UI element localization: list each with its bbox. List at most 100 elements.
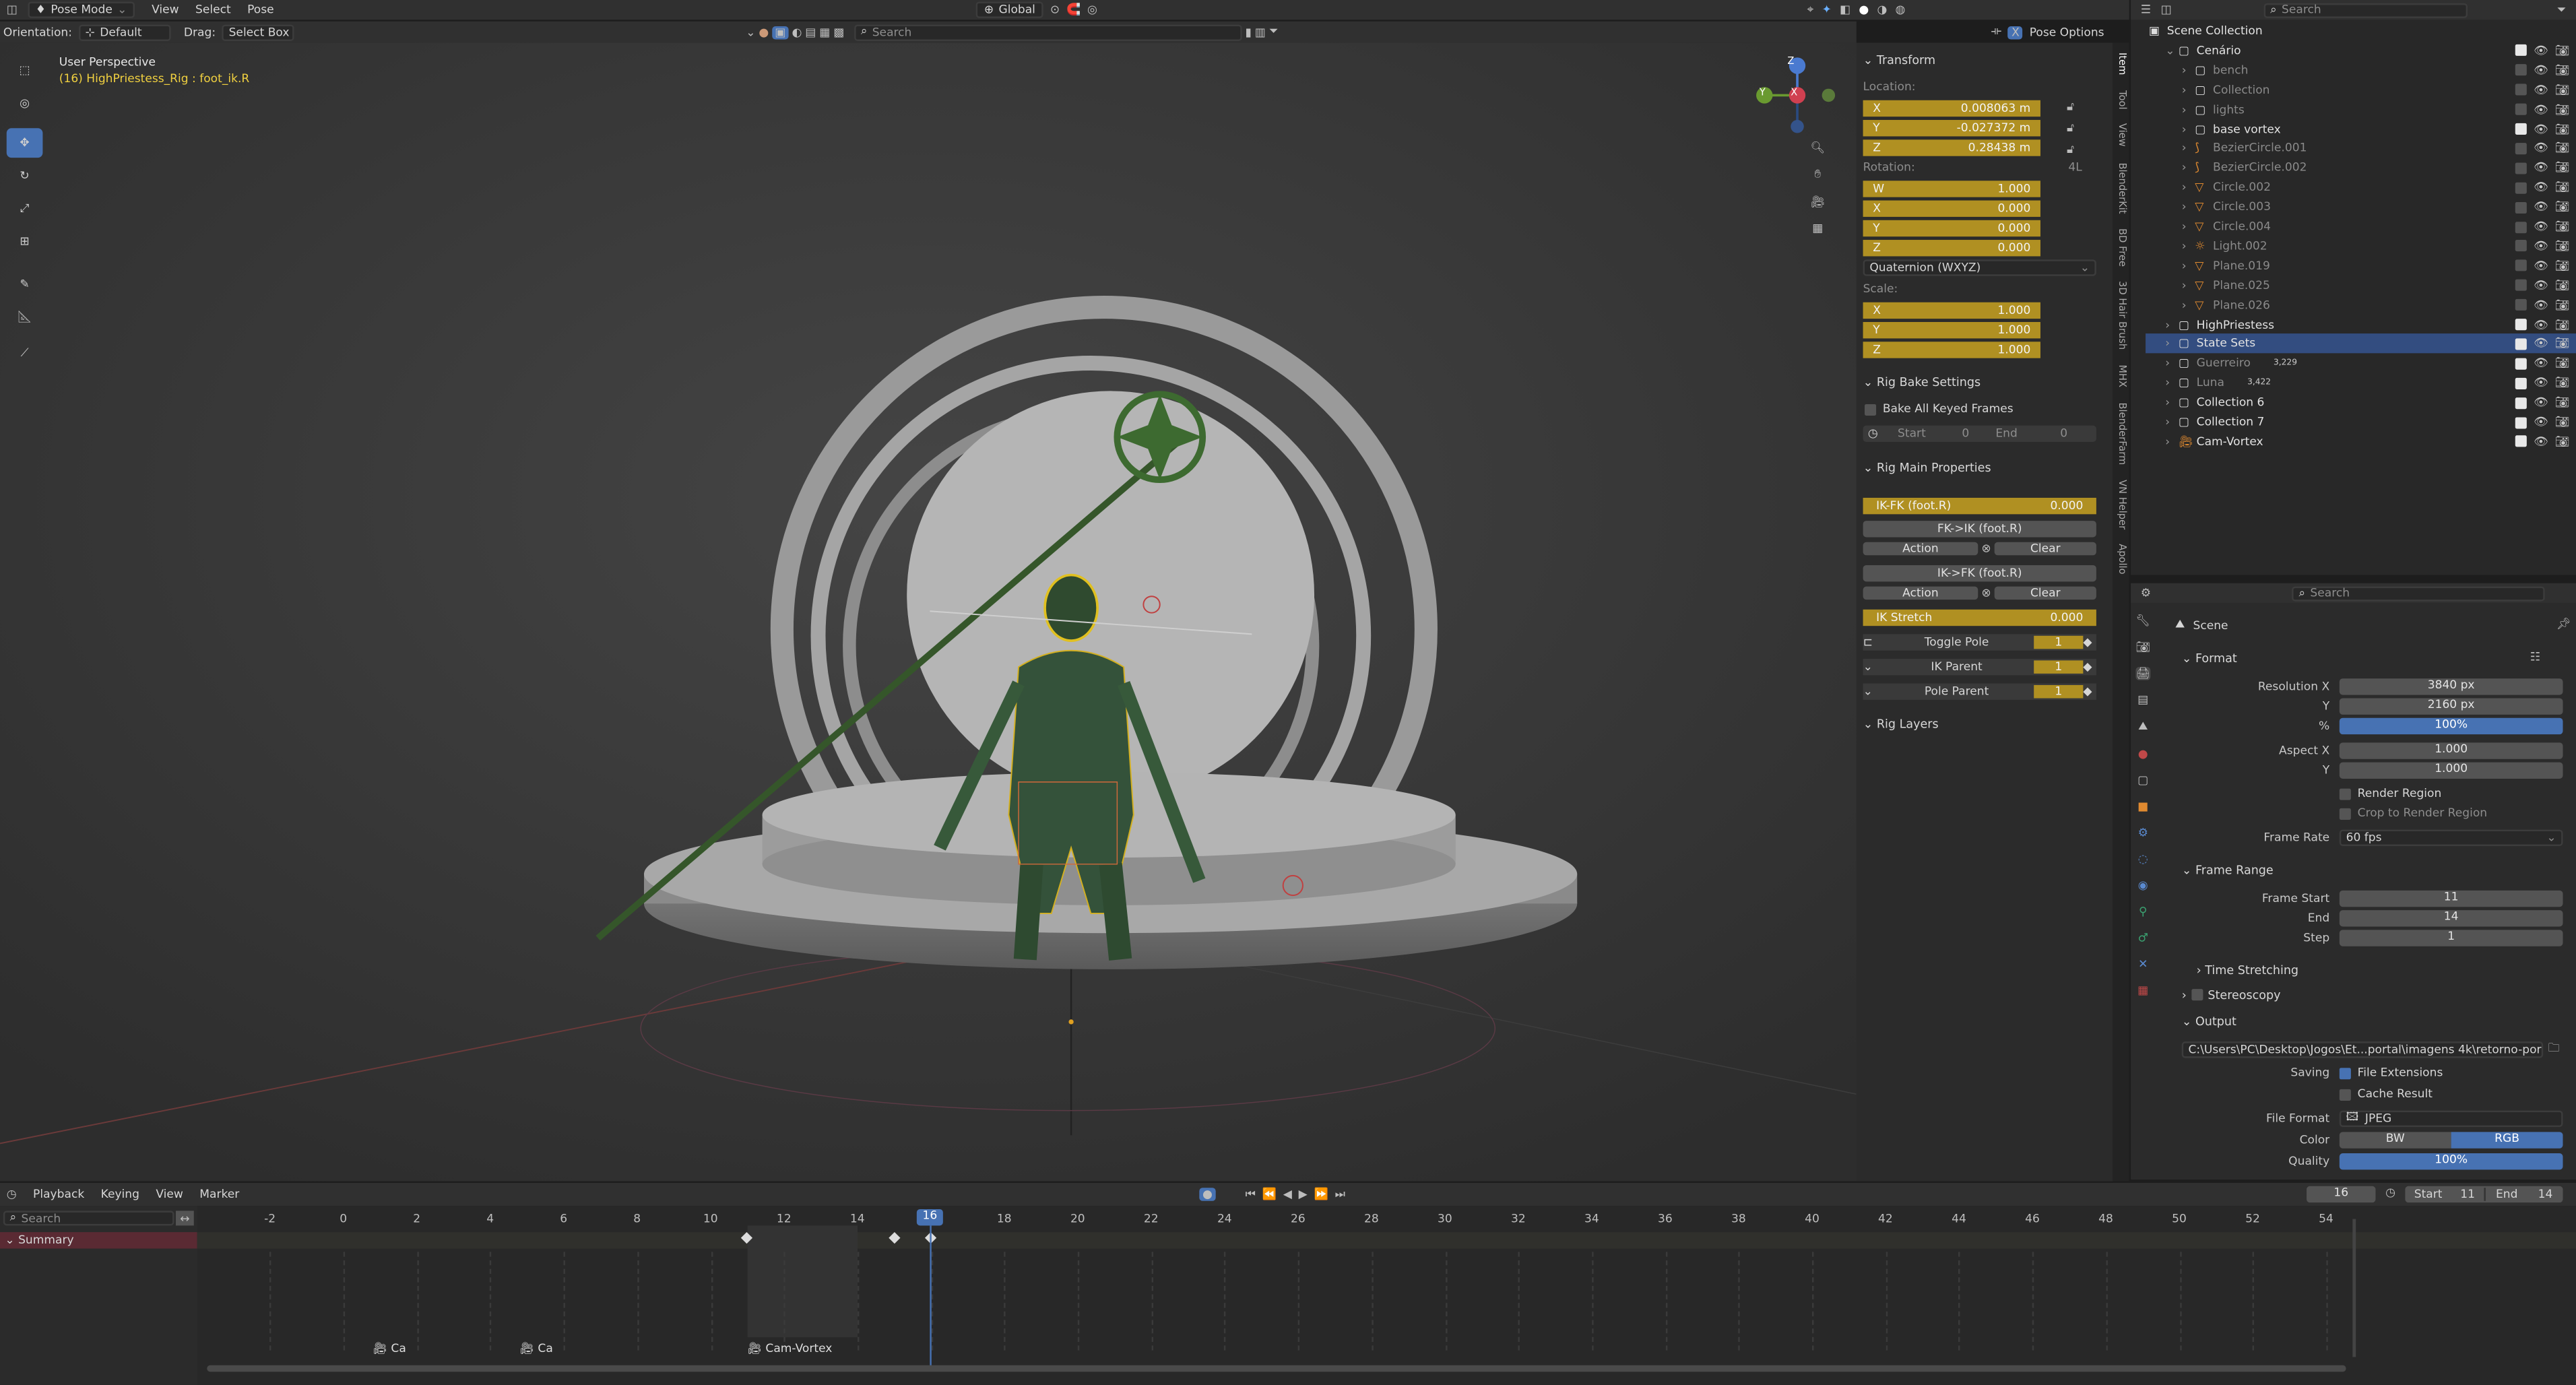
eye-icon[interactable]: 👁︎ xyxy=(2534,318,2548,331)
range-start-value[interactable]: 11 xyxy=(2460,1188,2475,1201)
sidebar-tab-blenderkit[interactable]: BlenderKit xyxy=(2116,162,2127,213)
menu-playback[interactable]: Playback xyxy=(33,1188,84,1201)
outliner-row[interactable]: › ☼ Light.002 👁︎ 📷︎ xyxy=(2146,236,2576,256)
close-icon[interactable]: ⊗ xyxy=(1978,587,1994,600)
camera-view-icon[interactable]: 🎥︎ xyxy=(1811,195,1826,209)
expand-icon[interactable]: › xyxy=(2165,337,2179,351)
exclude-checkbox[interactable] xyxy=(2515,319,2527,331)
eye-icon[interactable]: 👁︎ xyxy=(2534,298,2548,312)
snap-icon[interactable]: 🧲 xyxy=(1066,3,1081,17)
bookmark-icon[interactable]: ▮ xyxy=(1246,26,1252,39)
exclude-checkbox[interactable] xyxy=(2515,338,2527,350)
ik-stretch-slider[interactable]: IK Stretch 0.000 xyxy=(1863,609,2096,626)
expand-icon[interactable]: › xyxy=(2182,201,2195,214)
swap-icon[interactable]: ↔ xyxy=(175,1211,194,1226)
checkbox-icon[interactable] xyxy=(2191,989,2203,1001)
play-reverse-icon[interactable]: ◀ xyxy=(1283,1188,1292,1201)
pole-parent-value[interactable]: 1 xyxy=(2034,684,2084,699)
action-button[interactable]: Action xyxy=(1863,542,1978,556)
eye-icon[interactable]: 👁︎ xyxy=(2534,44,2548,58)
bone-tab-icon[interactable]: ✕ xyxy=(2135,958,2150,971)
material-icon[interactable]: ◐ xyxy=(792,26,802,39)
camera-icon[interactable]: 📷︎ xyxy=(2555,298,2570,312)
outliner-row[interactable]: › ▽ Circle.004 👁︎ 📷︎ xyxy=(2146,217,2576,236)
outliner-row[interactable]: › ▢ Collection 👁︎ 📷︎ xyxy=(2146,80,2576,100)
eye-icon[interactable]: 👁︎ xyxy=(2534,377,2548,390)
eye-icon[interactable]: 👁︎ xyxy=(2534,103,2548,117)
editor-type-icon[interactable]: ◫ xyxy=(7,3,18,17)
bake-all-checkbox[interactable]: Bake All Keyed Frames xyxy=(1865,403,2014,416)
outliner-row[interactable]: › ▢ Collection 6 👁︎ 📷︎ xyxy=(2146,393,2576,412)
rot-y-field[interactable]: Y 0.000 xyxy=(1863,220,2040,237)
zoom-icon[interactable]: 🔍︎ xyxy=(1811,141,1826,155)
transform-header[interactable]: ⌄ Transform xyxy=(1863,53,1935,67)
range-fields[interactable]: Start 11 End 14 xyxy=(2405,1186,2563,1203)
exclude-checkbox[interactable] xyxy=(2515,377,2527,389)
fk-to-ik-button[interactable]: FK->IK (foot.R) xyxy=(1863,521,2096,538)
loc-z-field[interactable]: Z 0.28438 m xyxy=(1863,139,2040,156)
outliner-row[interactable]: › ▽ Plane.026 👁︎ 📷︎ xyxy=(2146,295,2576,315)
outliner-row[interactable]: ⌄ ▢ Cenário 👁︎ 📷︎ xyxy=(2146,41,2576,61)
camera-icon[interactable]: 📷︎ xyxy=(2555,416,2570,429)
exclude-checkbox[interactable] xyxy=(2515,240,2527,253)
exclude-checkbox[interactable] xyxy=(2515,142,2527,154)
sidebar-tab-tool[interactable]: Tool xyxy=(2116,90,2127,108)
eye-icon[interactable]: 👁︎ xyxy=(2534,240,2548,253)
outliner-row[interactable]: › ▢ HighPriestess 👁︎ 📷︎ xyxy=(2146,315,2576,334)
rot-x-field[interactable]: X 0.000 xyxy=(1863,200,2040,217)
measure-tool[interactable]: 📐︎ xyxy=(7,302,43,332)
range-end-value[interactable]: 14 xyxy=(2538,1188,2553,1201)
pose-options[interactable]: Pose Options xyxy=(2030,26,2104,39)
exclude-checkbox[interactable] xyxy=(2515,436,2527,448)
camera-icon[interactable]: 📷︎ xyxy=(2555,377,2570,390)
scale-z-field[interactable]: Z 1.000 xyxy=(1863,342,2040,358)
shading-render-icon[interactable]: ◍ xyxy=(1896,3,1906,17)
timeline-scrollbar[interactable] xyxy=(207,1365,2346,1372)
playhead-line[interactable] xyxy=(930,1225,932,1369)
texture-tab-icon[interactable]: ▦ xyxy=(2135,984,2150,998)
frame-start-field[interactable]: 11 xyxy=(2339,890,2563,907)
eye-icon[interactable]: 👁︎ xyxy=(2534,220,2548,234)
drag-dropdown[interactable]: Select Box xyxy=(222,24,295,40)
eye-icon[interactable]: 👁︎ xyxy=(2534,142,2548,156)
camera-icon[interactable]: 📷︎ xyxy=(2555,240,2570,253)
render-icon[interactable]: ▩ xyxy=(833,26,844,39)
overlay-icon[interactable]: ⌖ xyxy=(1807,3,1814,18)
outliner-search[interactable]: ⌕ Search xyxy=(2263,2,2468,18)
sidebar-tab-mhx[interactable]: MHX xyxy=(2116,365,2127,388)
expand-icon[interactable]: ⌄ xyxy=(2165,44,2179,58)
camera-icon[interactable]: 📷︎ xyxy=(2555,201,2570,214)
clock-icon[interactable]: ◷ xyxy=(2385,1186,2395,1200)
view-layer-tab-icon[interactable]: ▤ xyxy=(2135,693,2150,707)
expand-icon[interactable]: › xyxy=(2182,103,2195,117)
outliner-row[interactable]: › ⟆ BezierCircle.001 👁︎ 📷︎ xyxy=(2146,139,2576,158)
filter-icon[interactable]: ⏷ xyxy=(2557,3,2567,18)
data-tab-icon[interactable]: ♂ xyxy=(2135,932,2150,945)
record-icon[interactable]: ● xyxy=(1199,1188,1216,1201)
collection-tab-icon[interactable]: ▢ xyxy=(2135,774,2150,787)
scene-tab-icon[interactable]: ⛰︎ xyxy=(2135,719,2150,734)
eye-icon[interactable]: 👁︎ xyxy=(2534,181,2548,195)
orientation-dropdown[interactable]: ⊹ Default xyxy=(78,24,171,40)
camera-icon[interactable]: 📷︎ xyxy=(2555,181,2570,195)
camera-icon[interactable]: 📷︎ xyxy=(2555,396,2570,410)
sidebar-tab-view[interactable]: View xyxy=(2116,124,2127,148)
camera-icon[interactable]: 📷︎ xyxy=(2555,435,2570,449)
tool-tab-icon[interactable]: 🔧︎ xyxy=(2135,614,2150,628)
sidebar-tab-3d-hair-brush[interactable]: 3D Hair Brush xyxy=(2116,281,2127,350)
texture-icon[interactable]: ▤ xyxy=(805,26,816,39)
cache-result-checkbox[interactable]: Cache Result xyxy=(2339,1087,2433,1101)
loc-x-field[interactable]: X 0.008063 m xyxy=(1863,100,2040,117)
playhead[interactable]: 16 xyxy=(916,1209,943,1226)
pole-parent-row[interactable]: ⌄ Pole Parent 1 ◆ xyxy=(1863,683,2096,700)
modifier-tab-icon[interactable]: ⚙ xyxy=(2135,827,2150,840)
res-x-field[interactable]: 3840 px xyxy=(2339,678,2563,695)
eye-icon[interactable]: 👁︎ xyxy=(2534,416,2548,429)
camera-icon[interactable]: 📷︎ xyxy=(2555,64,2570,77)
menu-select[interactable]: Select xyxy=(195,3,231,17)
quality-slider[interactable]: 100% xyxy=(2339,1153,2563,1170)
outliner-row[interactable]: › ⟆ BezierCircle.002 👁︎ 📷︎ xyxy=(2146,158,2576,178)
camera-icon[interactable]: 📷︎ xyxy=(2555,259,2570,273)
camera-icon[interactable]: 📷︎ xyxy=(2555,142,2570,156)
physics-tab-icon[interactable]: ◉ xyxy=(2135,879,2150,893)
